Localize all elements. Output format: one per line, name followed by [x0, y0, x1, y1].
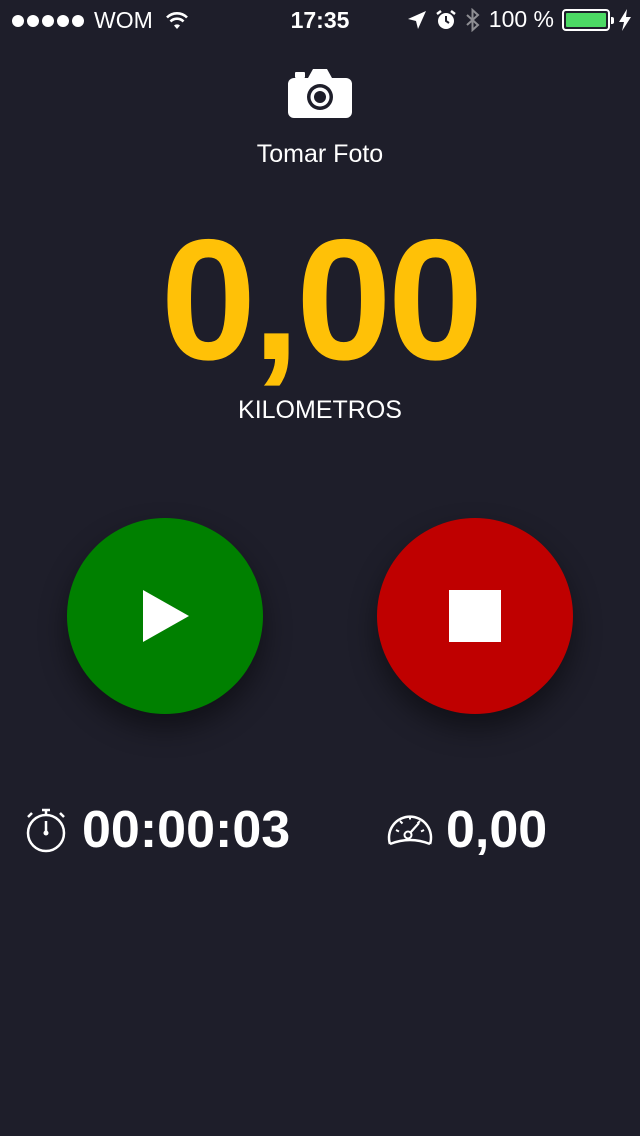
stopwatch-icon — [26, 808, 66, 853]
status-bar-right: 100 % — [407, 6, 632, 33]
location-arrow-icon — [407, 10, 426, 29]
speed-stat: 0,00 — [386, 800, 547, 860]
stop-icon — [449, 590, 501, 642]
battery-icon — [562, 8, 614, 31]
charging-bolt-icon — [619, 8, 631, 31]
speed-value: 0,00 — [446, 801, 548, 859]
take-photo-label: Tomar Foto — [256, 140, 384, 168]
status-bar: WOM 17:35 100 % — [0, 0, 640, 40]
battery-level — [566, 12, 606, 27]
distance-value: 0,00 — [160, 204, 484, 396]
alarm-icon — [436, 9, 456, 29]
run-tracker-screen: WOM 17:35 100 % Tomar Foto 0,00 KILOMETR… — [0, 0, 640, 1136]
take-photo-button[interactable]: Tomar Foto — [220, 60, 420, 180]
start-button[interactable] — [67, 518, 263, 714]
play-icon — [143, 590, 189, 642]
distance-unit: KILOMETROS — [238, 396, 402, 424]
camera-icon — [288, 69, 352, 118]
elapsed-time-stat: 00:00:03 — [22, 800, 290, 860]
elapsed-time-value: 00:00:03 — [82, 801, 291, 859]
stop-button[interactable] — [377, 518, 573, 714]
battery-percent: 100 % — [488, 6, 554, 32]
speedometer-icon — [387, 815, 433, 846]
bluetooth-icon — [466, 7, 480, 32]
